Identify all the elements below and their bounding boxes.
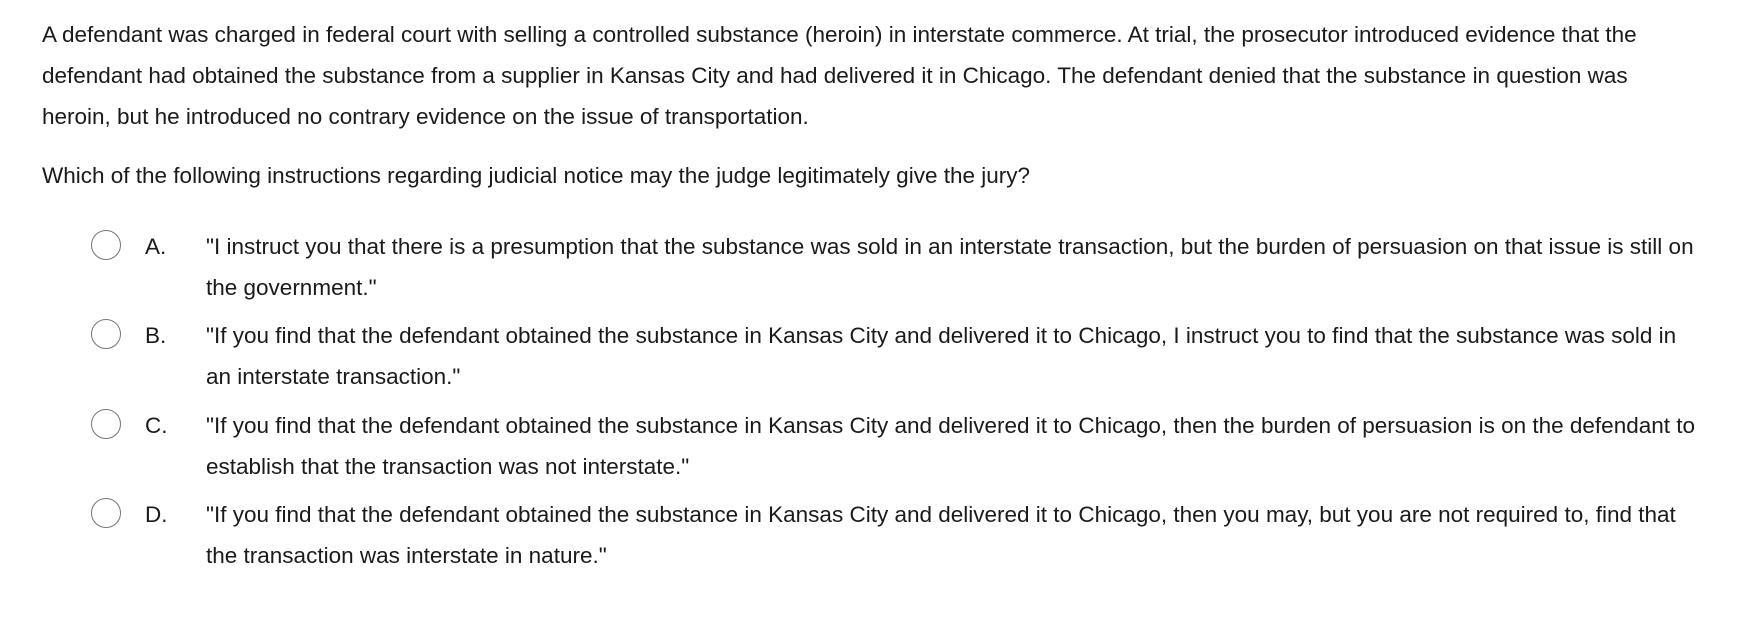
option-text: "I instruct you that there is a presumpt… xyxy=(206,234,1694,300)
option-text: "If you find that the defendant obtained… xyxy=(206,413,1696,479)
option-text: "If you find that the defendant obtained… xyxy=(206,502,1676,568)
radio-button-d[interactable] xyxy=(91,498,121,528)
question-stem: A defendant was charged in federal court… xyxy=(42,22,1637,129)
radio-button-c[interactable] xyxy=(91,409,121,439)
option-letter: D. xyxy=(145,502,168,527)
option-text: "If you find that the defendant obtained… xyxy=(206,323,1677,389)
radio-button-a[interactable] xyxy=(91,230,121,260)
option-d[interactable]: D. "If you find that the defendant obtai… xyxy=(0,494,1742,584)
option-b[interactable]: B. "If you find that the defendant obtai… xyxy=(0,315,1742,405)
radio-button-b[interactable] xyxy=(91,319,121,349)
option-letter: A. xyxy=(145,234,167,259)
option-letter: B. xyxy=(145,323,167,348)
option-a[interactable]: A. "I instruct you that there is a presu… xyxy=(0,226,1742,316)
option-c[interactable]: C. "If you find that the defendant obtai… xyxy=(0,405,1742,495)
question-prompt: Which of the following instructions rega… xyxy=(42,163,1031,188)
option-letter: C. xyxy=(145,413,168,438)
